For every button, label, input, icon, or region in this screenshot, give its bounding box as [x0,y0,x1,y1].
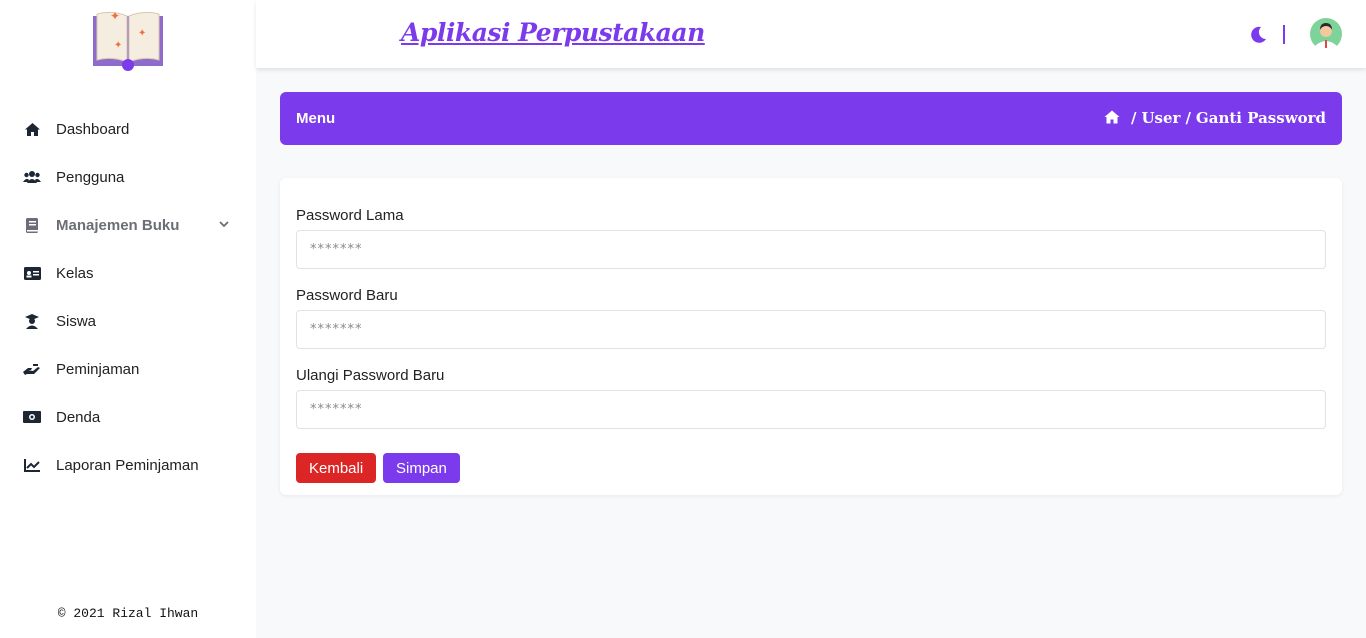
sidebar: ✦ ✦ ✦ Dashboard Pengguna Manajemen Buku [0,0,256,638]
sidebar-item-label: Laporan Peminjaman [56,456,199,474]
save-button[interactable]: Simpan [383,453,460,483]
new-password-input[interactable] [296,310,1326,349]
svg-text:✦: ✦ [114,40,122,51]
breadcrumb-separator: / [1185,109,1191,127]
sidebar-item-label: Pengguna [56,168,125,186]
hand-holding-icon [23,360,41,378]
sidebar-item-label: Kelas [56,264,94,282]
graduate-icon [23,312,41,330]
menu-bar: Menu / User / Ganti Password [280,92,1342,145]
sidebar-item-label: Dashboard [56,120,130,138]
sidebar-item-manajemen-buku[interactable]: Manajemen Buku [0,201,256,249]
menu-title: Menu [296,110,336,127]
sidebar-item-pengguna[interactable]: Pengguna [0,153,256,201]
sidebar-item-label: Siswa [56,312,97,330]
old-password-label: Password Lama [296,207,404,224]
app-logo[interactable]: ✦ ✦ ✦ [90,8,166,72]
sidebar-item-laporan-peminjaman[interactable]: Laporan Peminjaman [0,441,256,489]
breadcrumb-item-user[interactable]: User [1141,109,1180,127]
chart-line-icon [23,456,41,474]
topbar: Aplikasi Perpustakaan [256,0,1366,68]
confirm-password-label: Ulangi Password Baru [296,367,445,384]
confirm-password-input[interactable] [296,390,1326,429]
app-title[interactable]: Aplikasi Perpustakaan [401,18,705,47]
home-icon[interactable] [1104,110,1120,126]
users-icon [23,168,41,186]
breadcrumb-item-ganti-password: Ganti Password [1195,109,1326,127]
sidebar-item-kelas[interactable]: Kelas [0,249,256,297]
sidebar-item-label: Peminjaman [56,360,140,378]
svg-text:✦: ✦ [110,9,120,23]
topbar-divider [1283,25,1285,44]
sidebar-item-denda[interactable]: Denda [0,393,256,441]
id-card-icon [23,264,41,282]
svg-text:✦: ✦ [138,28,146,39]
back-button[interactable]: Kembali [296,453,377,483]
breadcrumb-separator: / [1130,109,1137,127]
chevron-down-icon[interactable] [218,218,230,230]
sidebar-item-label: Manajemen Buku [56,216,180,234]
sidebar-footer: © 2021 Rizal Ihwan [57,606,199,621]
sidebar-nav: Dashboard Pengguna Manajemen Buku Kelas [0,105,256,489]
old-password-input[interactable] [296,230,1326,269]
sidebar-item-dashboard[interactable]: Dashboard [0,105,256,153]
breadcrumb: / User / Ganti Password [1104,109,1326,127]
avatar[interactable] [1310,18,1342,50]
money-icon [23,408,41,426]
moon-icon[interactable] [1248,25,1268,45]
home-icon [23,120,41,138]
new-password-label: Password Baru [296,287,398,304]
change-password-card: Password Lama Password Baru Ulangi Passw… [280,178,1342,495]
sidebar-item-label: Denda [56,408,101,426]
sidebar-item-siswa[interactable]: Siswa [0,297,256,345]
sidebar-item-peminjaman[interactable]: Peminjaman [0,345,256,393]
book-icon [23,216,41,234]
